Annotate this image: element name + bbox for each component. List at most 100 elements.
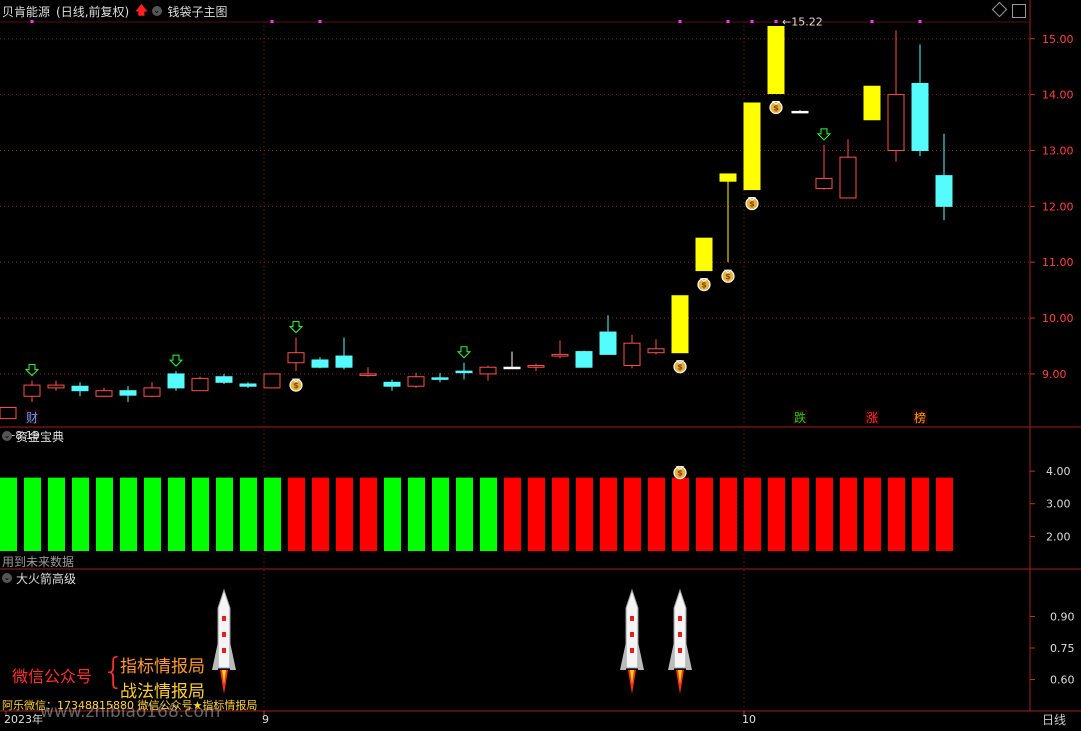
fund-money-bag-icon: $	[673, 466, 687, 480]
candle-body	[407, 376, 425, 387]
fund-bar	[600, 477, 617, 552]
candle-body	[575, 351, 593, 368]
candle-body	[23, 384, 41, 397]
candle-body	[431, 377, 449, 380]
candle-body	[791, 110, 809, 114]
fund-pane-toggle-icon[interactable]: ⌄	[2, 431, 12, 441]
candle-body	[623, 342, 641, 367]
fund-bar	[72, 477, 89, 552]
money-bag-icon: $	[289, 378, 303, 392]
fund-bar	[672, 477, 689, 552]
candle-body	[311, 359, 329, 368]
fund-bar	[168, 477, 185, 552]
candle-body	[647, 348, 665, 354]
fund-bar	[456, 477, 473, 552]
fund-bar	[384, 477, 401, 552]
candle-body	[551, 353, 569, 357]
fund-bar	[408, 477, 425, 552]
svg-text:$: $	[677, 363, 683, 372]
svg-text:$: $	[725, 272, 731, 281]
svg-text:$: $	[773, 104, 779, 113]
fund-bar	[648, 477, 665, 552]
svg-text:$: $	[701, 281, 707, 290]
candle-body	[815, 177, 833, 189]
chart-header: 贝肯能源 (日线,前复权) 🡅 ⌄ 钱袋子主图	[0, 0, 1030, 22]
chart-stage: 9.00 10.00 11.00 12.00 13.00 14.00 15.00 ←8.19 ←…	[0, 0, 1081, 727]
fund-bar	[360, 477, 377, 552]
down-arrow-icon	[288, 321, 304, 334]
down-arrow-icon	[456, 346, 472, 359]
fund-bar	[0, 477, 17, 552]
fund-bar	[576, 477, 593, 552]
candle-body	[0, 406, 17, 420]
candle-body	[143, 387, 161, 397]
x-tick-label: 2023年	[4, 712, 43, 726]
rocket-y-tick-label: 0.75	[1050, 642, 1075, 655]
fund-bar	[720, 477, 737, 552]
period-label: (日线,前复权)	[56, 4, 130, 19]
fund-bar	[192, 477, 209, 552]
watermark-wechat-label: 微信公众号	[12, 667, 93, 686]
rocket-pane-toggle-icon[interactable]: ⌄	[2, 573, 12, 583]
fund-bar	[840, 477, 857, 552]
candle-body	[71, 385, 89, 392]
fund-bar	[744, 477, 761, 552]
y-tick-label: 10.00	[1042, 312, 1074, 325]
down-arrow-icon	[168, 354, 184, 367]
candle-body	[719, 173, 737, 182]
y-tick-label: 9.00	[1042, 368, 1067, 381]
y-tick-label: 15.00	[1042, 33, 1074, 46]
candle-body	[911, 82, 929, 151]
rocket-icon	[668, 588, 692, 694]
x-tick-label: 10	[742, 713, 756, 726]
candle-body	[455, 370, 473, 374]
fund-pane-label: 资金宝典	[16, 429, 65, 444]
watermark-site: www.zhibiao168.com	[40, 702, 221, 722]
candle-body	[263, 373, 281, 389]
fund-bar	[432, 477, 449, 552]
x-tick-label: 9	[262, 713, 269, 726]
fund-bar	[144, 477, 161, 552]
fund-bar	[240, 477, 257, 552]
fund-bar	[864, 477, 881, 552]
tag-label: 榜	[914, 410, 926, 425]
money-bag-icon: $	[721, 269, 735, 283]
period-button[interactable]: 日线	[1042, 711, 1066, 728]
svg-text:$: $	[677, 469, 683, 478]
fund-bar	[528, 477, 545, 552]
window-icon[interactable]	[1012, 4, 1026, 18]
future-data-note: 用到未来数据	[2, 555, 75, 569]
candle-body	[191, 377, 209, 392]
tag-label: 财	[26, 411, 38, 425]
fund-bar	[288, 477, 305, 552]
candle-body	[47, 384, 65, 389]
rocket-y-tick-label: 0.90	[1050, 611, 1075, 624]
fund-bar	[480, 477, 497, 552]
fund-bar	[120, 477, 137, 552]
fund-bar	[624, 477, 641, 552]
candle-body	[359, 373, 377, 376]
candle-body	[863, 85, 881, 121]
fund-bar	[792, 477, 809, 552]
money-bag-icon: $	[697, 277, 711, 292]
indicator-name[interactable]: 钱袋子主图	[168, 3, 228, 20]
money-bag-icon: $	[745, 196, 759, 211]
candle-body	[599, 331, 617, 355]
candle-body	[743, 102, 761, 191]
watermark-brand1: 指标情报局	[120, 657, 205, 677]
chart-svg: 9.0010.0011.0012.0013.0014.0015.00←8.19←…	[0, 0, 1081, 726]
down-arrow-icon	[816, 128, 832, 141]
candle-body	[383, 381, 401, 387]
indicator-toggle-icon[interactable]: ⌄	[151, 6, 162, 16]
rocket-icon	[620, 588, 644, 694]
fund-bar	[48, 477, 65, 552]
candle-body	[839, 156, 857, 199]
candle-body	[335, 355, 353, 368]
tag-label: 跌	[794, 410, 806, 425]
fund-bar	[504, 477, 521, 552]
fund-pane-title: ⌄ 资金宝典	[0, 428, 64, 444]
rocket-pane-label: 大火箭高级	[16, 571, 77, 586]
up-arrow-icon: 🡅	[135, 2, 148, 17]
fund-bar	[768, 477, 785, 552]
fund-bar	[312, 477, 329, 552]
